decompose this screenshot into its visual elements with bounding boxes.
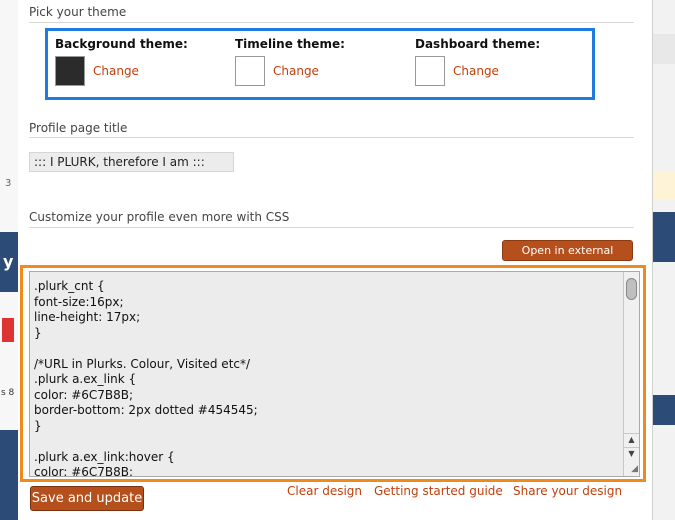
divider [29,137,634,138]
divider [29,22,634,23]
css-editor-frame: .plurk_cnt { font-size:16px; line-height… [20,265,646,482]
css-editor-scrollbar[interactable]: ▲ ▼ [623,272,639,476]
background-right-strip [653,212,675,262]
background-theme-change-link[interactable]: Change [93,64,139,78]
theme-picker: Background theme: Change Timeline theme:… [45,28,595,100]
title-section-label: Profile page title [29,121,128,135]
clear-design-link[interactable]: Clear design [287,484,362,498]
css-section-label: Customize your profile even more with CS… [29,210,290,224]
resize-grip-icon[interactable]: ◢ [626,463,638,475]
dashboard-theme-swatch[interactable] [415,56,445,86]
timeline-theme-change-link[interactable]: Change [273,64,319,78]
background-right-strip-2 [653,395,675,425]
css-editor-textarea[interactable]: .plurk_cnt { font-size:16px; line-height… [29,271,640,477]
timeline-theme-swatch[interactable] [235,56,265,86]
background-theme-swatch[interactable] [55,56,85,86]
dashboard-theme-title: Dashboard theme: [415,37,541,51]
dashboard-theme: Dashboard theme: Change [415,37,541,86]
background-right-edge [652,0,675,520]
profile-title-input[interactable]: ::: I PLURK, therefore I am ::: [29,152,234,172]
background-left-edge: 3 y s 8 [0,0,19,520]
background-text: s 8 [1,388,15,398]
background-theme-title: Background theme: [55,37,188,51]
background-strip [0,430,18,520]
dashboard-theme-change-link[interactable]: Change [453,64,499,78]
theme-section-label: Pick your theme [29,5,127,19]
divider [29,227,634,228]
background-right-highlight [653,172,675,200]
background-number: 3 [5,178,12,189]
background-theme: Background theme: Change [55,37,188,86]
share-design-link[interactable]: Share your design [513,484,622,498]
open-external-window-button[interactable]: Open in external window [502,240,633,276]
scrollbar-thumb[interactable] [626,278,637,300]
background-letter: y [3,252,14,271]
timeline-theme: Timeline theme: Change [235,37,345,86]
scroll-down-arrow-icon[interactable]: ▼ [624,447,639,460]
getting-started-guide-link[interactable]: Getting started guide [374,484,503,498]
background-red-block [2,318,14,342]
design-settings-panel: Pick your theme Background theme: Change… [18,0,652,520]
save-and-update-button[interactable]: Save and update [30,486,144,511]
background-right-block [653,34,675,64]
timeline-theme-title: Timeline theme: [235,37,345,51]
scroll-up-arrow-icon[interactable]: ▲ [624,433,639,446]
css-editor-content: .plurk_cnt { font-size:16px; line-height… [34,279,258,477]
